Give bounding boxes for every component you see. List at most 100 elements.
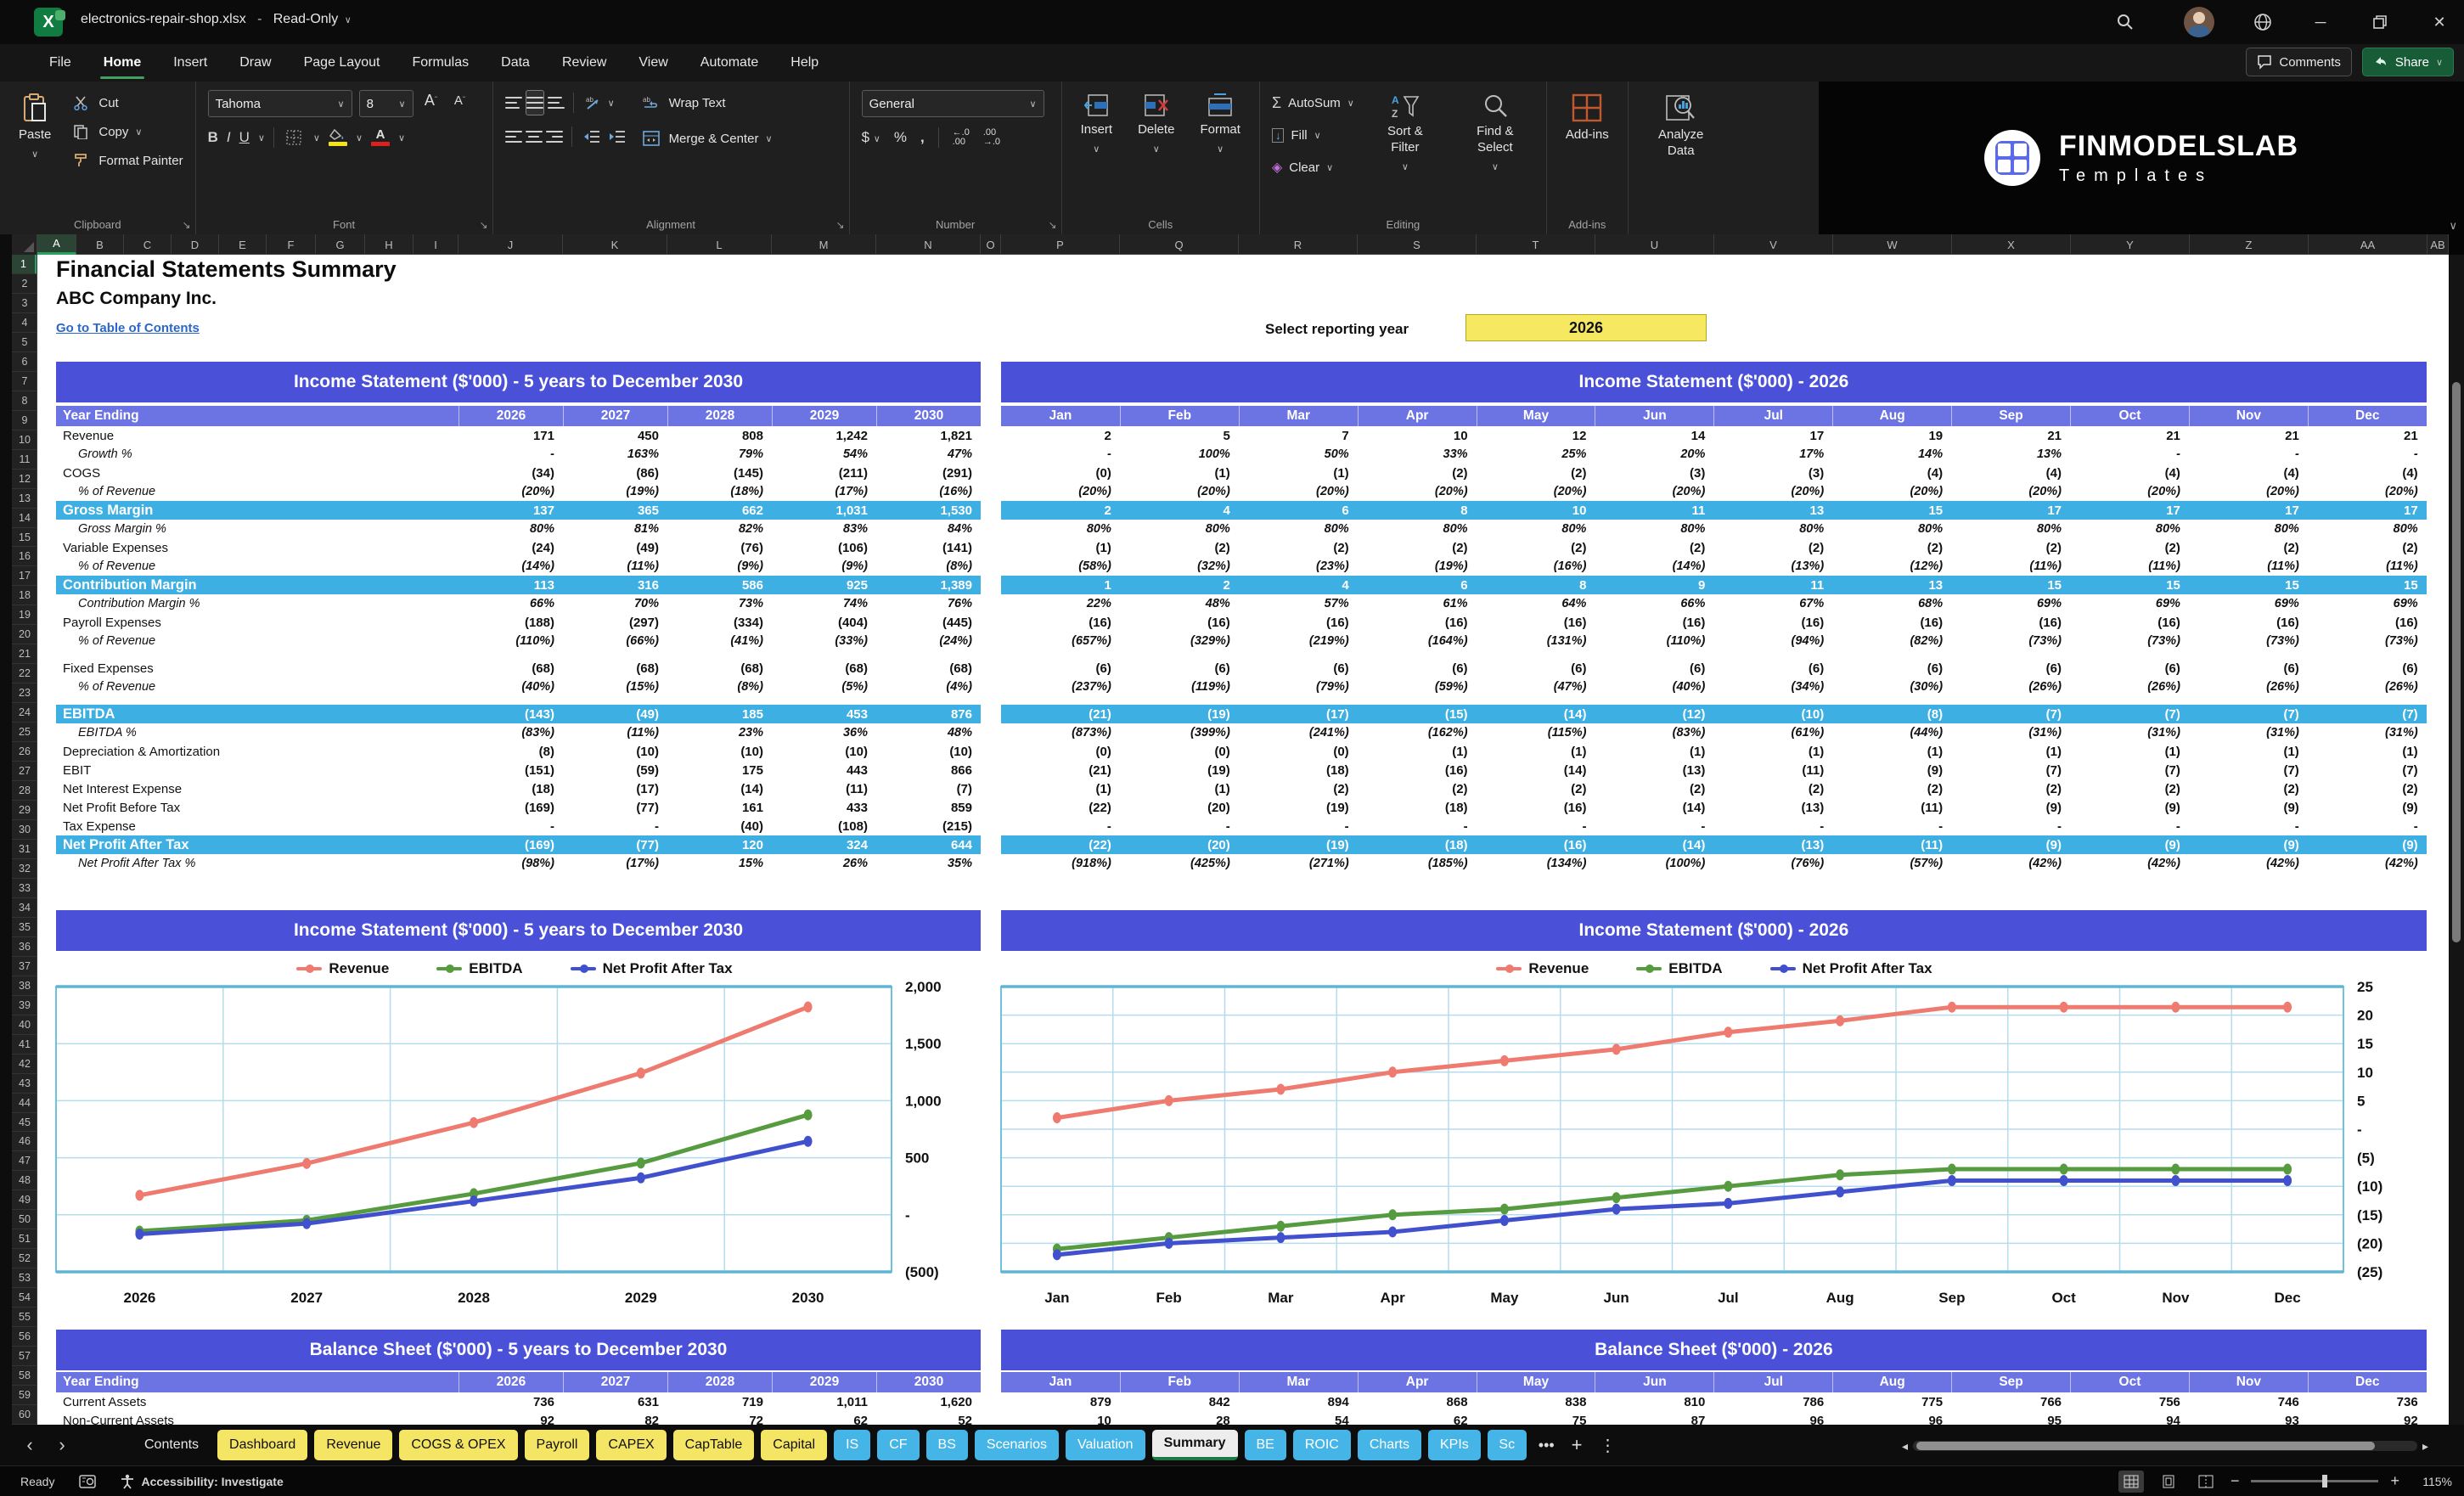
- cell-value[interactable]: 75: [1477, 1411, 1595, 1426]
- cell-value[interactable]: -: [1477, 817, 1595, 835]
- cell-value[interactable]: (1): [2308, 742, 2427, 761]
- row-label[interactable]: Variable Expenses: [56, 538, 458, 557]
- cell-value[interactable]: (2): [1832, 779, 1951, 798]
- align-bottom-button[interactable]: [547, 90, 565, 115]
- month-column-Oct[interactable]: Oct: [2070, 406, 2189, 426]
- row-header-58[interactable]: 58: [12, 1366, 37, 1386]
- reporting-year-input[interactable]: 2026: [1465, 314, 1707, 341]
- orientation-icon[interactable]: ab: [582, 93, 605, 113]
- cell-value[interactable]: (16): [1477, 835, 1595, 854]
- cell-value[interactable]: 161: [667, 798, 772, 817]
- cell-value[interactable]: (11%): [2070, 557, 2189, 576]
- cell-value[interactable]: (10): [667, 742, 772, 761]
- page-break-view-icon[interactable]: [2193, 1471, 2219, 1493]
- cell-value[interactable]: 175: [667, 761, 772, 779]
- cell-value[interactable]: (16): [1477, 798, 1595, 817]
- cell-value[interactable]: 866: [876, 761, 981, 779]
- cell-value[interactable]: (20): [1120, 835, 1239, 854]
- row-label[interactable]: Gross Margin %: [56, 520, 458, 538]
- cell-value[interactable]: (19): [1120, 705, 1239, 723]
- cell-value[interactable]: (7): [2308, 761, 2427, 779]
- cell-value[interactable]: (59): [563, 761, 667, 779]
- sheet-tab-be[interactable]: BE: [1244, 1430, 1286, 1460]
- cell-value[interactable]: 35%: [876, 854, 981, 873]
- cell-value[interactable]: 48%: [876, 723, 981, 742]
- cut-button[interactable]: Cut: [70, 90, 183, 115]
- cell-value[interactable]: (31%): [2308, 723, 2427, 742]
- cell-value[interactable]: (445): [876, 613, 981, 632]
- cell-value[interactable]: (16): [2308, 613, 2427, 632]
- cell-value[interactable]: 94: [2070, 1411, 2189, 1426]
- cell-value[interactable]: 69%: [2189, 594, 2308, 613]
- cell-value[interactable]: (58%): [1001, 557, 1120, 576]
- cell-value[interactable]: (7): [2308, 705, 2427, 723]
- cell-value[interactable]: (11%): [563, 557, 667, 576]
- cell-value[interactable]: (7): [2189, 761, 2308, 779]
- year-column-2030[interactable]: 2030: [876, 1372, 981, 1392]
- cell-value[interactable]: (14%): [458, 557, 563, 576]
- column-header-W[interactable]: W: [1833, 234, 1952, 255]
- cell-value[interactable]: (26%): [2189, 678, 2308, 696]
- row-label[interactable]: EBITDA %: [56, 723, 458, 742]
- cell-value[interactable]: 15: [2070, 576, 2189, 594]
- cell-value[interactable]: 80%: [2070, 520, 2189, 538]
- cell-value[interactable]: 842: [1120, 1392, 1239, 1411]
- cell-value[interactable]: (0): [1001, 464, 1120, 482]
- cell-value[interactable]: (40%): [458, 678, 563, 696]
- cell-value[interactable]: (12%): [1832, 557, 1951, 576]
- row-header-10[interactable]: 10: [12, 430, 37, 450]
- cell-value[interactable]: (17%): [772, 482, 876, 501]
- cell-value[interactable]: 1,530: [876, 501, 981, 520]
- cell-value[interactable]: (20%): [1595, 482, 1713, 501]
- zoom-slider[interactable]: [2251, 1475, 2379, 1488]
- cell-value[interactable]: (11%): [1951, 557, 2070, 576]
- row-label[interactable]: % of Revenue: [56, 557, 458, 576]
- cell-value[interactable]: (68): [772, 659, 876, 678]
- cell-value[interactable]: 36%: [772, 723, 876, 742]
- sheet-tab-revenue[interactable]: Revenue: [314, 1430, 393, 1460]
- row-header-18[interactable]: 18: [12, 586, 37, 606]
- cell-value[interactable]: 8: [1477, 576, 1595, 594]
- cell-value[interactable]: (42%): [1951, 854, 2070, 873]
- cell-value[interactable]: (2): [1713, 779, 1832, 798]
- collapse-ribbon-icon[interactable]: ∨: [2449, 219, 2457, 233]
- cell-value[interactable]: (9): [2308, 835, 2427, 854]
- cell-value[interactable]: 26%: [772, 854, 876, 873]
- cell-value[interactable]: 15: [1832, 501, 1951, 520]
- cell-value[interactable]: -: [1358, 817, 1477, 835]
- cell-value[interactable]: (20%): [458, 482, 563, 501]
- cell-value[interactable]: 662: [667, 501, 772, 520]
- cell-value[interactable]: (17): [563, 779, 667, 798]
- cell-value[interactable]: 80%: [1358, 520, 1477, 538]
- cell-value[interactable]: (6): [2070, 659, 2189, 678]
- cell-value[interactable]: (34%): [1713, 678, 1832, 696]
- align-middle-button[interactable]: [525, 90, 544, 115]
- menu-tab-review[interactable]: Review: [548, 48, 620, 77]
- cell-value[interactable]: 1: [1001, 576, 1120, 594]
- cell-value[interactable]: 93: [2189, 1411, 2308, 1426]
- row-header-7[interactable]: 7: [12, 372, 37, 391]
- cell-value[interactable]: (2): [1358, 779, 1477, 798]
- cell-value[interactable]: (188): [458, 613, 563, 632]
- cell-value[interactable]: 13: [1713, 501, 1832, 520]
- row-label[interactable]: Fixed Expenses: [56, 659, 458, 678]
- cell-value[interactable]: 365: [563, 501, 667, 520]
- cell-value[interactable]: (110%): [458, 632, 563, 650]
- month-column-Jun[interactable]: Jun: [1595, 406, 1713, 426]
- row-header-11[interactable]: 11: [12, 450, 37, 470]
- table-of-contents-link[interactable]: Go to Table of Contents: [56, 321, 200, 335]
- cell-value[interactable]: (2): [2189, 538, 2308, 557]
- cell-value[interactable]: 4: [1239, 576, 1358, 594]
- cell-value[interactable]: 47%: [876, 445, 981, 464]
- cell-value[interactable]: (2): [1951, 538, 2070, 557]
- row-label[interactable]: Gross Margin: [56, 501, 458, 520]
- cell-value[interactable]: 868: [1358, 1392, 1477, 1411]
- column-header-F[interactable]: F: [267, 234, 316, 255]
- cell-value[interactable]: 9: [1595, 576, 1713, 594]
- cell-value[interactable]: 775: [1832, 1392, 1951, 1411]
- cell-value[interactable]: (2): [1120, 538, 1239, 557]
- cell-value[interactable]: (10): [1713, 705, 1832, 723]
- cell-value[interactable]: 81%: [563, 520, 667, 538]
- cell-value[interactable]: (1): [1001, 538, 1120, 557]
- cell-value[interactable]: (44%): [1832, 723, 1951, 742]
